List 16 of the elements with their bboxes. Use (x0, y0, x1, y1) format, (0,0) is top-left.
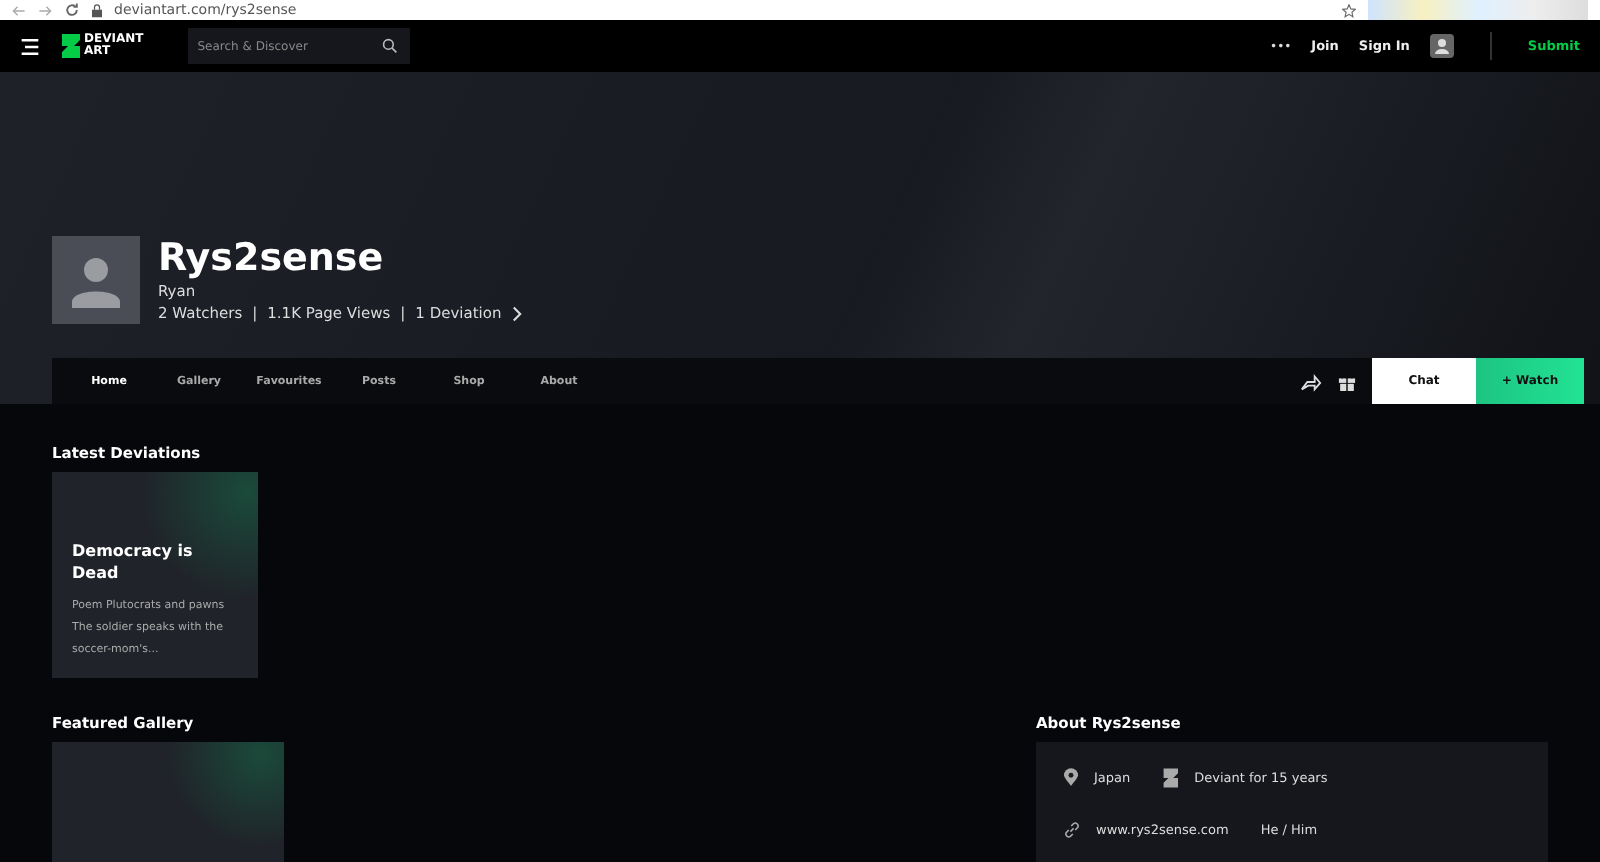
profile-name: Rys2sense (158, 236, 386, 280)
link-icon (1064, 821, 1080, 837)
avatar-icon[interactable] (1429, 34, 1454, 58)
search-icon[interactable] (381, 38, 398, 54)
location-pin-icon (1064, 768, 1078, 786)
lock-icon (92, 3, 102, 17)
card-title: Democracy is Dead (72, 540, 195, 584)
chevron-icon[interactable] (511, 306, 522, 322)
logo-icon (60, 34, 80, 58)
logo-icon (1162, 767, 1179, 787)
reload-icon[interactable] (64, 2, 80, 18)
gallery-thumbnail[interactable] (52, 742, 284, 862)
menu-icon[interactable] (20, 37, 40, 55)
share-icon[interactable] (1300, 371, 1322, 391)
avatar-icon (52, 236, 140, 324)
star-icon[interactable] (1342, 3, 1356, 17)
